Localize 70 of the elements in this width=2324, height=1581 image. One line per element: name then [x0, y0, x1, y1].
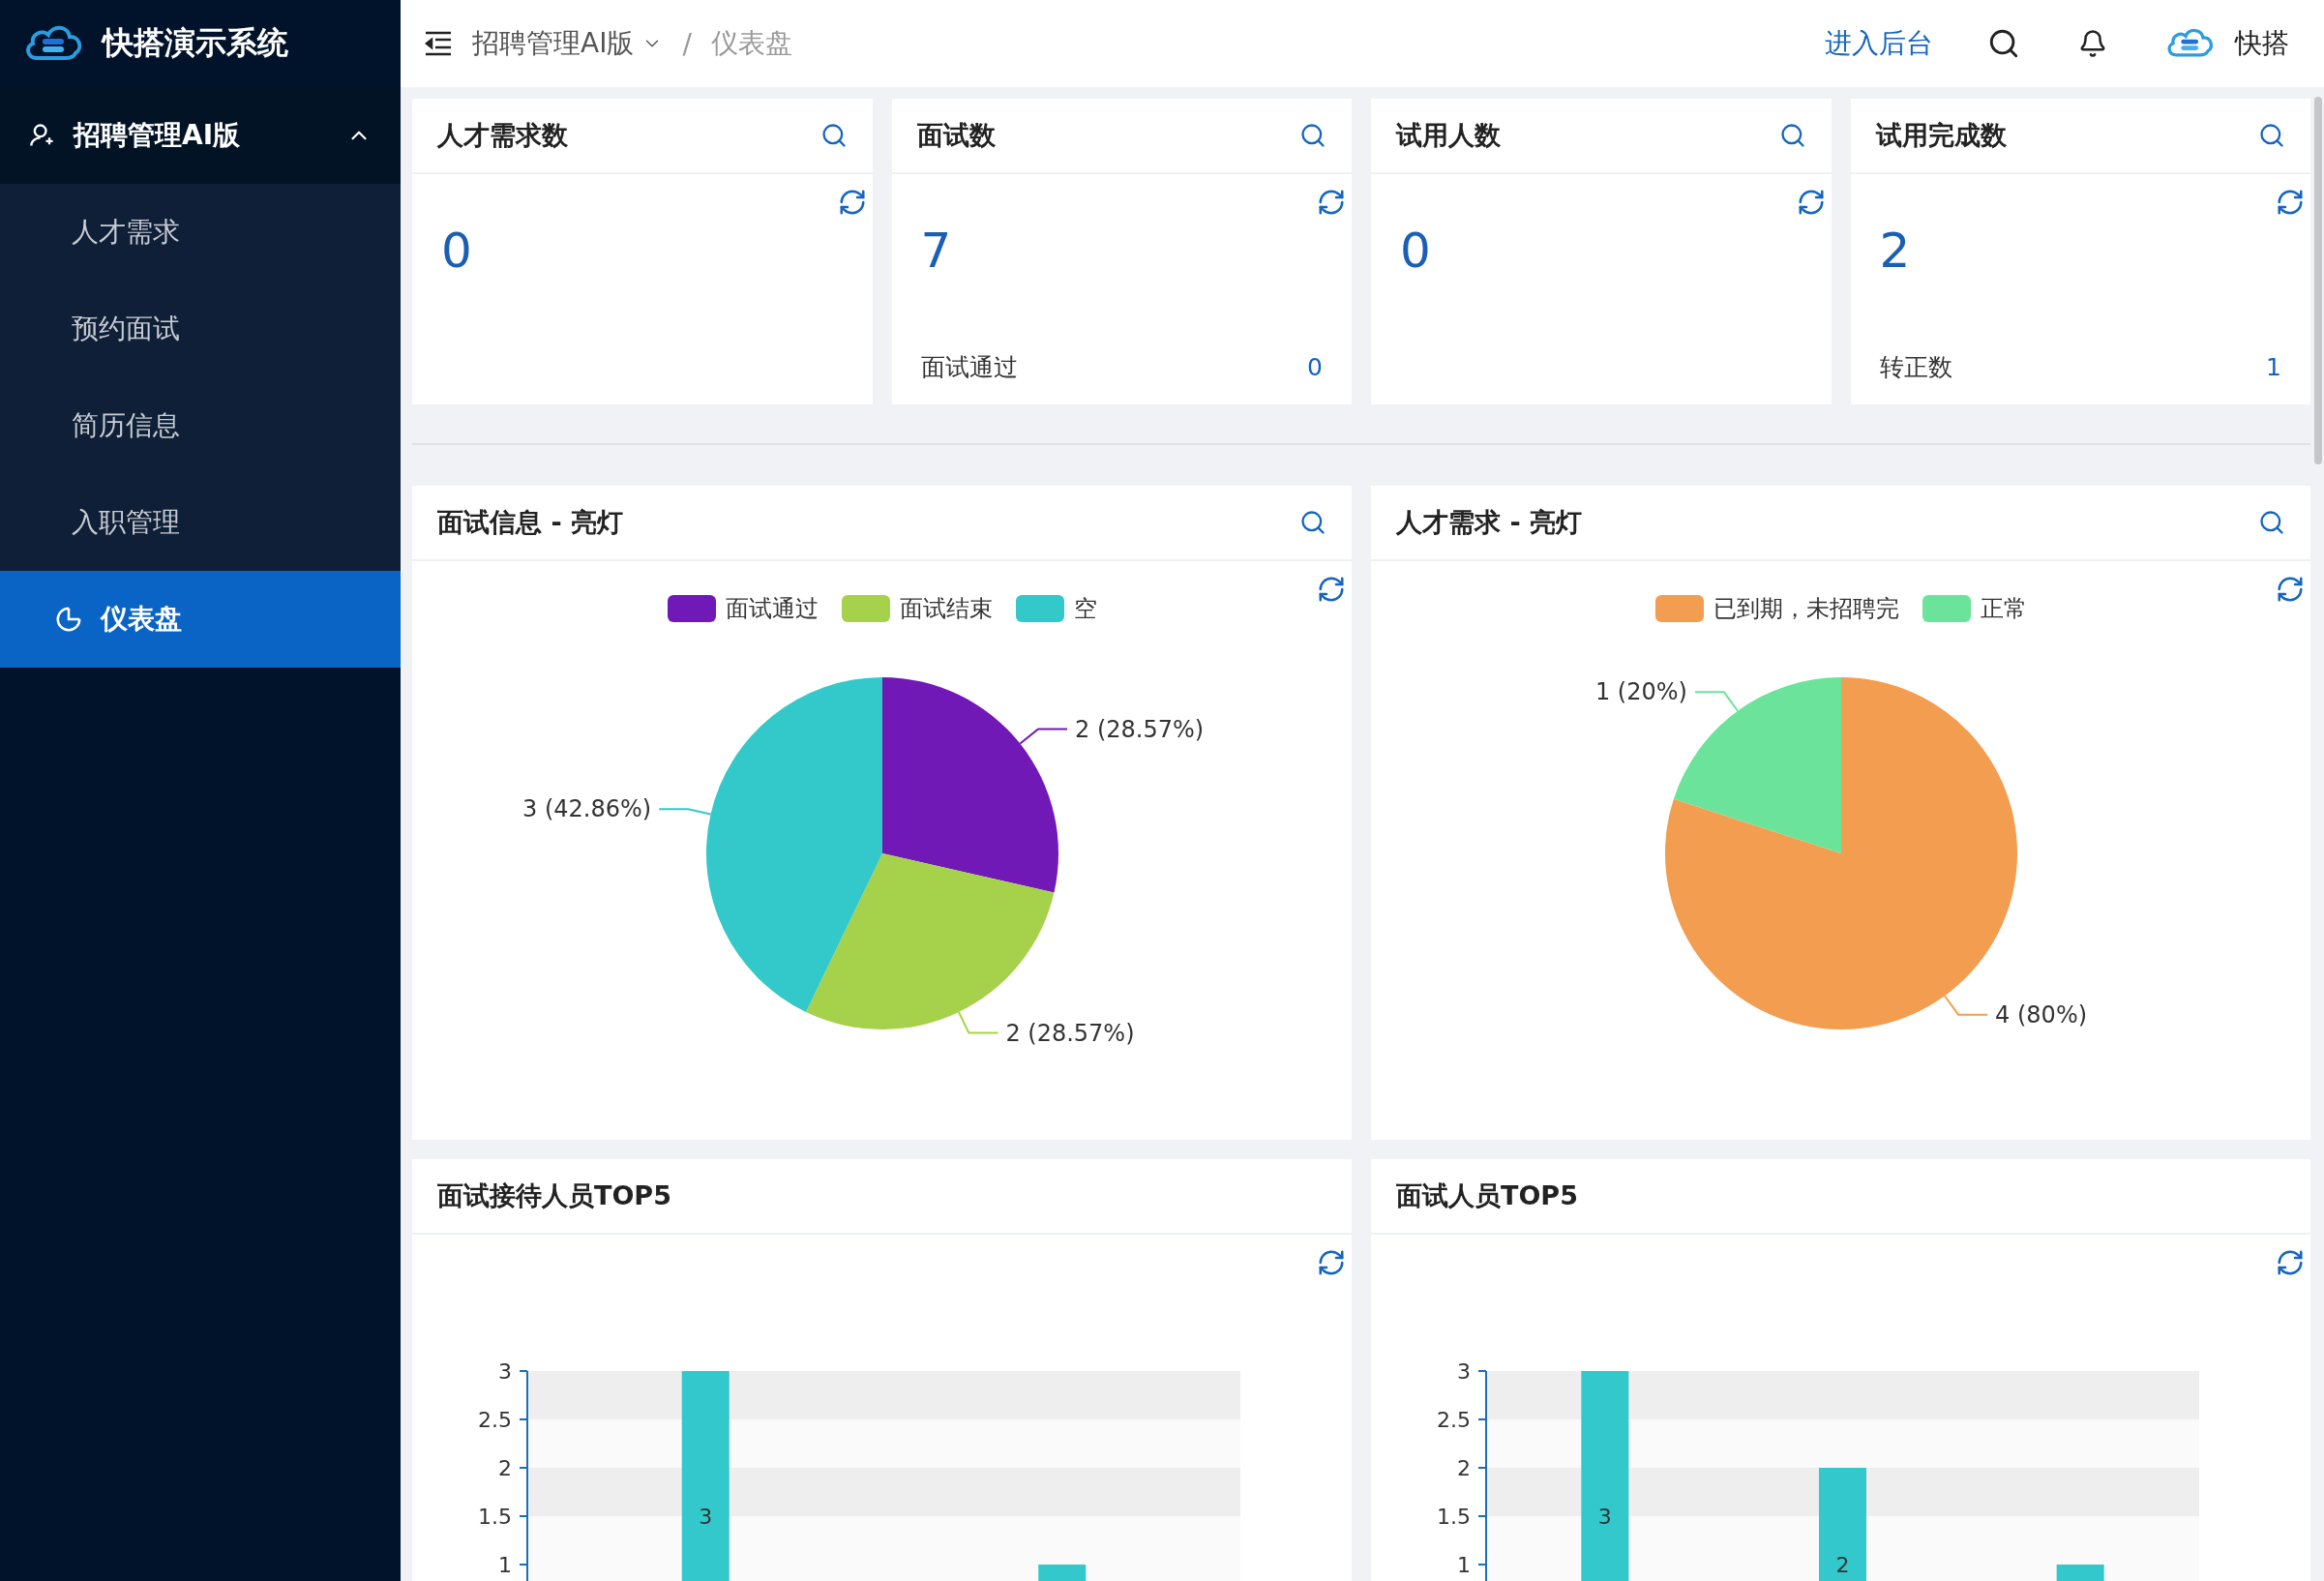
search-icon[interactable] — [1987, 27, 2020, 60]
leader-line — [957, 1011, 998, 1034]
legend-swatch[interactable] — [841, 595, 890, 622]
axis-tick-label: 2.5 — [1436, 1408, 1471, 1432]
slice-label: 4 (80%) — [1994, 1000, 2087, 1029]
stat-label: 面试通过 — [920, 352, 1018, 383]
legend-label[interactable]: 已到期，未招聘完 — [1713, 593, 1899, 624]
user-name[interactable]: 快搭 — [2235, 25, 2289, 62]
bar — [1037, 1565, 1086, 1581]
user-icon — [29, 122, 56, 149]
stat-label: 转正数 — [1879, 352, 1952, 383]
axis-tick-label: 2 — [1456, 1456, 1471, 1480]
leader-line — [1693, 691, 1739, 712]
bar-value-label: 3 — [1597, 1505, 1612, 1529]
legend-swatch[interactable] — [1654, 595, 1704, 622]
refresh-icon[interactable] — [2276, 1248, 2305, 1277]
stat-value: 0 — [1400, 223, 1431, 279]
refresh-icon[interactable] — [2276, 575, 2305, 604]
legend-label[interactable]: 正常 — [1980, 593, 2027, 624]
stat-value: 1 — [2266, 353, 2281, 381]
legend-swatch[interactable] — [667, 595, 716, 622]
slice-label: 1 (20%) — [1594, 678, 1687, 706]
leader-line — [657, 808, 712, 816]
card-title: 面试人员TOP5 — [1396, 1179, 1578, 1212]
refresh-icon[interactable] — [2276, 188, 2305, 217]
axis-tick-label: 3 — [1456, 1359, 1471, 1384]
leader-line — [1943, 995, 1988, 1016]
sidebar-item[interactable]: 仪表盘 — [0, 571, 401, 668]
card-title: 人才需求 - 亮灯 — [1396, 506, 1582, 539]
legend-swatch[interactable] — [1015, 595, 1064, 622]
axis-tick-label: 2 — [497, 1456, 512, 1480]
stat-value: 0 — [441, 223, 472, 279]
card-title: 试用人数 — [1396, 119, 1501, 152]
bar-value-label: 3 — [698, 1505, 712, 1529]
stat-value: 7 — [920, 223, 952, 279]
refresh-icon[interactable] — [1317, 1248, 1346, 1277]
bell-icon[interactable] — [2078, 29, 2107, 58]
stat-value: 2 — [1879, 223, 1911, 279]
legend-label[interactable]: 面试结束 — [899, 593, 993, 624]
refresh-icon[interactable] — [1317, 188, 1346, 217]
slice-label: 3 (42.86%) — [521, 795, 651, 823]
legend-label[interactable]: 空 — [1073, 593, 1097, 624]
axis-tick-label: 1 — [1456, 1553, 1471, 1577]
card-title: 面试接待人员TOP5 — [437, 1179, 671, 1212]
legend-label[interactable]: 面试通过 — [725, 593, 819, 624]
leader-line — [1018, 728, 1068, 745]
axis-tick-label: 3 — [497, 1359, 512, 1384]
axis-tick-label: 1 — [497, 1553, 512, 1577]
card-title: 人才需求数 — [437, 119, 568, 152]
bar-value-label: 2 — [1835, 1553, 1849, 1577]
axis-tick-label: 1.5 — [1436, 1505, 1471, 1529]
slice-label: 2 (28.57%) — [1074, 715, 1204, 743]
card-title: 面试信息 - 亮灯 — [437, 506, 623, 539]
axis-tick-label: 2.5 — [477, 1408, 512, 1432]
legend-swatch[interactable] — [1922, 595, 1971, 622]
menu-fold-icon[interactable] — [424, 31, 453, 56]
pie-chart-icon — [54, 605, 83, 634]
card-title: 面试数 — [916, 119, 996, 152]
axis-tick-label: 1.5 — [477, 1505, 512, 1529]
stat-value: 0 — [1307, 353, 1323, 381]
breadcrumb-separator: / — [682, 27, 692, 60]
bar — [2056, 1565, 2104, 1581]
menu-group[interactable]: 招聘管理AI版 — [0, 87, 401, 184]
refresh-icon[interactable] — [1317, 575, 1346, 604]
slice-label: 2 (28.57%) — [1004, 1019, 1134, 1047]
scrollbar[interactable] — [2314, 97, 2322, 464]
card-title: 试用完成数 — [1875, 119, 2007, 152]
breadcrumb-link[interactable]: 招聘管理AI版 — [472, 25, 664, 62]
admin-link[interactable]: 进入后台 — [1825, 25, 1933, 62]
app-title: 快搭演示系统 — [103, 23, 288, 63]
